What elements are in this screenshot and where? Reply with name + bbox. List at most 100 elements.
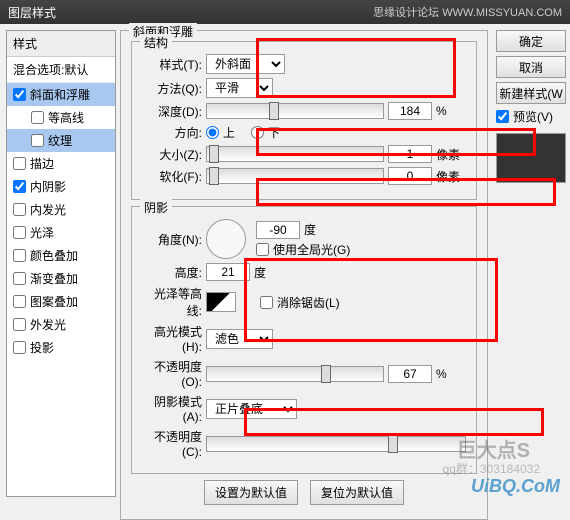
window-title: 图层样式 — [8, 4, 56, 20]
ok-button[interactable]: 确定 — [496, 30, 566, 52]
style-checkbox[interactable] — [13, 88, 26, 101]
soften-input[interactable] — [388, 167, 432, 185]
new-style-button[interactable]: 新建样式(W — [496, 82, 566, 104]
sidebar-item-label: 渐变叠加 — [30, 270, 78, 287]
shading-title: 阴影 — [140, 199, 172, 216]
style-checkbox[interactable] — [31, 111, 44, 124]
sidebar-item-label: 纹理 — [48, 132, 72, 149]
reset-default-button[interactable]: 复位为默认值 — [310, 480, 404, 505]
bevel-group: 斜面和浮雕 结构 样式(T): 外斜面 方法(Q): 平滑 深度(D): % — [120, 30, 488, 520]
sidebar-item-label: 光泽 — [30, 224, 54, 241]
highlight-mode-label: 高光模式(H): — [142, 323, 202, 354]
sidebar-item[interactable]: 渐变叠加 — [7, 267, 115, 290]
sidebar-item[interactable]: 描边 — [7, 152, 115, 175]
sidebar-item-label: 描边 — [30, 155, 54, 172]
dialog-body: 样式 混合选项:默认 斜面和浮雕等高线纹理描边内阴影内发光光泽颜色叠加渐变叠加图… — [0, 24, 570, 503]
sidebar-item-label: 内发光 — [30, 201, 66, 218]
depth-slider[interactable] — [206, 103, 384, 119]
style-checkbox[interactable] — [13, 157, 26, 170]
dir-up-label: 上 — [223, 124, 235, 141]
sidebar-item-label: 投影 — [30, 339, 54, 356]
angle-wheel[interactable] — [206, 219, 246, 259]
style-checkbox[interactable] — [13, 272, 26, 285]
shadow-opacity-slider[interactable] — [206, 436, 466, 452]
style-checkbox[interactable] — [13, 203, 26, 216]
depth-label: 深度(D): — [142, 103, 202, 120]
gloss-contour-swatch[interactable] — [206, 292, 236, 312]
sidebar-item-label: 内阴影 — [30, 178, 66, 195]
watermark-logo: UiBQ.CoM — [471, 476, 560, 497]
styles-sidebar: 样式 混合选项:默认 斜面和浮雕等高线纹理描边内阴影内发光光泽颜色叠加渐变叠加图… — [6, 30, 116, 497]
shadow-opacity-label: 不透明度(C): — [142, 428, 202, 459]
angle-unit: 度 — [304, 221, 316, 238]
size-input[interactable] — [388, 145, 432, 163]
sidebar-item[interactable]: 颜色叠加 — [7, 244, 115, 267]
sidebar-item-label: 外发光 — [30, 316, 66, 333]
sidebar-item[interactable]: 纹理 — [7, 129, 115, 152]
angle-label: 角度(N): — [142, 231, 202, 248]
global-light-checkbox[interactable] — [256, 243, 269, 256]
sidebar-item[interactable]: 图案叠加 — [7, 290, 115, 313]
altitude-unit: 度 — [254, 264, 266, 281]
dir-up-radio[interactable] — [206, 126, 219, 139]
sidebar-item[interactable]: 等高线 — [7, 106, 115, 129]
method-select[interactable]: 平滑 — [206, 78, 273, 98]
sidebar-item-label: 斜面和浮雕 — [30, 86, 90, 103]
sidebar-item[interactable]: 外发光 — [7, 313, 115, 336]
style-checkbox[interactable] — [13, 180, 26, 193]
size-label: 大小(Z): — [142, 146, 202, 163]
sidebar-header: 样式 — [7, 31, 115, 57]
style-checkbox[interactable] — [13, 295, 26, 308]
altitude-input[interactable] — [206, 263, 250, 281]
cancel-button[interactable]: 取消 — [496, 56, 566, 78]
set-default-button[interactable]: 设置为默认值 — [204, 480, 298, 505]
altitude-label: 高度: — [142, 264, 202, 281]
shadow-mode-select[interactable]: 正片叠底 — [206, 399, 297, 419]
highlight-opacity-slider[interactable] — [206, 366, 384, 382]
structure-group: 结构 样式(T): 外斜面 方法(Q): 平滑 深度(D): % 方向: — [131, 41, 477, 200]
sidebar-item[interactable]: 内阴影 — [7, 175, 115, 198]
preview-checkbox[interactable] — [496, 110, 509, 123]
size-slider[interactable] — [206, 146, 384, 162]
watermark-qq: qq群：303184032 — [443, 460, 540, 477]
style-checkbox[interactable] — [31, 134, 44, 147]
structure-title: 结构 — [140, 34, 172, 51]
style-checkbox[interactable] — [13, 318, 26, 331]
blend-options[interactable]: 混合选项:默认 — [7, 57, 115, 83]
sidebar-item[interactable]: 内发光 — [7, 198, 115, 221]
style-label: 样式(T): — [142, 56, 202, 73]
highlight-opacity-label: 不透明度(O): — [142, 358, 202, 389]
angle-input[interactable] — [256, 221, 300, 239]
highlight-opacity-input[interactable] — [388, 365, 432, 383]
main-panel: 斜面和浮雕 结构 样式(T): 外斜面 方法(Q): 平滑 深度(D): % — [116, 24, 492, 503]
depth-input[interactable] — [388, 102, 432, 120]
dir-down-label: 下 — [268, 124, 280, 141]
sidebar-item-label: 图案叠加 — [30, 293, 78, 310]
direction-label: 方向: — [142, 124, 202, 141]
soften-label: 软化(F): — [142, 168, 202, 185]
method-label: 方法(Q): — [142, 80, 202, 97]
antialias-checkbox[interactable] — [260, 296, 273, 309]
shading-group: 阴影 角度(N): 度 使用全局光(G) — [131, 206, 477, 474]
global-light-label: 使用全局光(G) — [273, 241, 350, 258]
sidebar-item[interactable]: 光泽 — [7, 221, 115, 244]
depth-unit: % — [436, 104, 466, 118]
watermark-text: 巨大点S — [457, 434, 530, 463]
preview-swatch — [496, 133, 566, 183]
gloss-label: 光泽等高线: — [142, 285, 202, 319]
highlight-opacity-unit: % — [436, 367, 466, 381]
style-checkbox[interactable] — [13, 249, 26, 262]
preview-label: 预览(V) — [513, 108, 553, 125]
style-select[interactable]: 外斜面 — [206, 54, 285, 74]
soften-slider[interactable] — [206, 168, 384, 184]
style-checkbox[interactable] — [13, 341, 26, 354]
antialias-label: 消除锯齿(L) — [277, 294, 340, 311]
sidebar-item[interactable]: 投影 — [7, 336, 115, 359]
highlight-mode-select[interactable]: 滤色 — [206, 329, 273, 349]
dir-down-radio[interactable] — [251, 126, 264, 139]
sidebar-item-label: 等高线 — [48, 109, 84, 126]
style-checkbox[interactable] — [13, 226, 26, 239]
sidebar-item[interactable]: 斜面和浮雕 — [7, 83, 115, 106]
soften-unit: 像素 — [436, 168, 466, 185]
titlebar: 图层样式 思缘设计论坛 WWW.MISSYUAN.COM — [0, 0, 570, 24]
